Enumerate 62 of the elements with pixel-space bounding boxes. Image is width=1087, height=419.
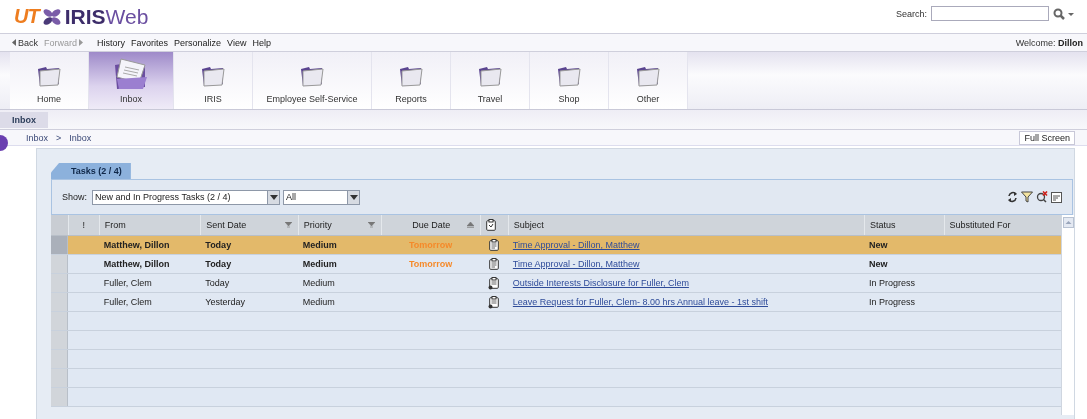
status-cell: New [868,259,888,269]
sent-date-cell: Today [205,259,232,269]
column-header[interactable]: From [104,220,126,230]
nav-tab[interactable]: Travel [451,52,530,109]
subject-link[interactable]: Outside Interests Disclosure for Fuller, Clem [512,278,689,288]
sent-date-cell: Yesterday [205,297,245,307]
user-name: Dillon [1058,37,1083,48]
menu-item[interactable]: Personalize [174,37,222,48]
status-cell: In Progress [868,278,915,288]
column-header[interactable]: Due Date [412,220,451,230]
sub-tab[interactable]: Inbox [0,111,48,128]
column-header[interactable]: Subject [513,220,544,230]
full-screen-button[interactable]: Full Screen [1019,130,1075,145]
sent-date-cell: Today [205,278,230,288]
column-header[interactable]: Sent Date [206,220,247,230]
logo-name: IRISWeb [64,4,149,29]
nav-tab[interactable]: Shop [530,52,609,109]
column-header[interactable]: Priority [303,220,332,230]
tasks-tab[interactable]: Tasks (2 / 4) [51,163,131,179]
nav-tab[interactable]: IRIS [174,52,253,109]
due-date-cell: Tomorrow [409,240,453,250]
subject-link[interactable]: Leave Request for Fuller, Clem- 8.00 hrs Annual leave - 1st shift [512,297,768,307]
status-cell: In Progress [868,297,915,307]
nav-tab[interactable]: Inbox [89,52,174,109]
priority-cell: Medium [302,278,335,288]
menu-item[interactable]: Help [252,37,271,48]
menu-item[interactable]: Favorites [131,37,169,48]
task-row[interactable]: Fuller, Clem Today Medium Outside Interests Disclosure for Fuller, Clem In Progress [51,274,1061,293]
nav-tab[interactable]: Reports [372,52,451,109]
from-cell: Fuller, Clem [103,297,152,307]
scope-dropdown[interactable]: All [283,189,360,205]
nav-tab[interactable]: Employee Self-Service [253,52,372,109]
column-header[interactable]: Substituted For [949,220,1011,230]
task-row[interactable]: Matthew, Dillon Today Medium Tomorrow Time Approval - Dillon, Matthew New [51,255,1061,274]
from-cell: Matthew, Dillon [103,240,170,250]
search-label: Search: [895,8,927,19]
column-header[interactable]: ! [82,220,86,230]
breadcrumb-link[interactable]: Inbox [26,132,49,143]
filter-dropdown[interactable]: New and In Progress Tasks (2 / 4) [92,189,280,205]
due-date-cell: Tomorrow [409,259,453,269]
task-row[interactable]: Fuller, Clem Yesterday Medium Leave Request for Fuller, Clem- 8.00 hrs Annual leave - 1st shift In Progress [51,293,1061,312]
from-cell: Fuller, Clem [103,278,152,288]
breadcrumb-link[interactable]: Inbox [69,132,92,143]
logo-mark: UT [14,5,39,28]
subject-link[interactable]: Time Approval - Dillon, Matthew [512,259,640,269]
nav-tab[interactable]: Home [10,52,89,109]
task-row[interactable]: Matthew, Dillon Today Medium Tomorrow Time Approval - Dillon, Matthew New [51,236,1061,255]
menu-item[interactable]: History [97,37,126,48]
breadcrumb-separator: > [56,132,62,143]
priority-cell: Medium [302,259,337,269]
status-cell: New [868,240,888,250]
show-label: Show: [62,192,87,202]
menu-item[interactable]: View [227,37,247,48]
subject-link[interactable]: Time Approval - Dillon, Matthew [512,240,640,250]
priority-cell: Medium [302,240,337,250]
sent-date-cell: Today [205,240,232,250]
priority-cell: Medium [302,297,335,307]
nav-tab[interactable]: Other [609,52,688,109]
column-header[interactable]: Status [869,220,896,230]
from-cell: Matthew, Dillon [103,259,170,269]
welcome-label: Welcome: [1015,37,1056,48]
history-nav-link[interactable]: Back [12,37,38,48]
